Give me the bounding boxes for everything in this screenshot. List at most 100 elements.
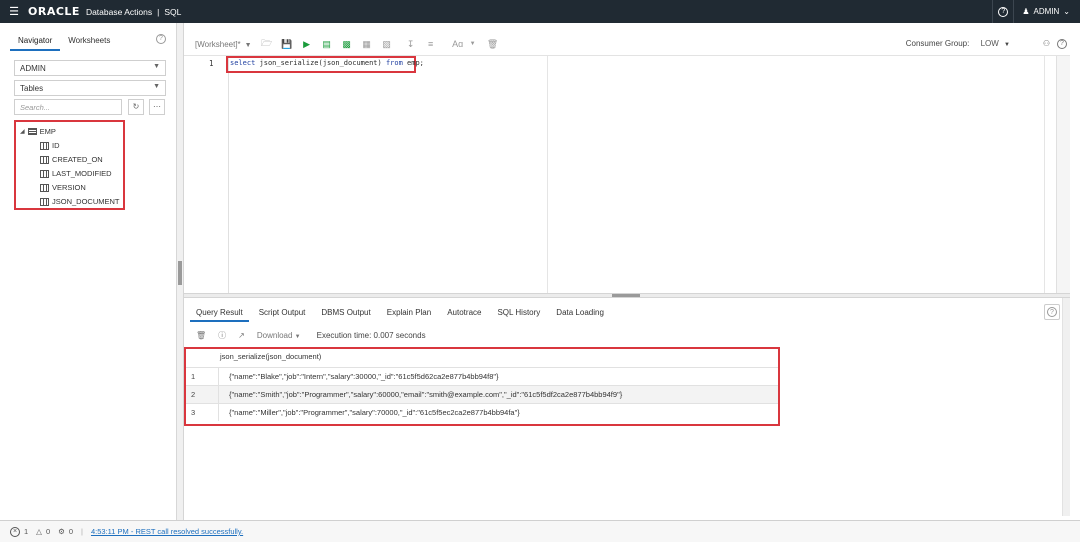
column-name: ID	[52, 141, 60, 150]
worksheet-toolbar: [Worksheet]* ▼ 🗁 💾 ▶ ▤ ▩ ▦ ▧ ↧ ≡ Aɑ ▼ 🗑 C…	[184, 34, 1070, 54]
run-script-icon[interactable]: ▤	[322, 39, 332, 49]
consumer-group-value: LOW	[980, 39, 999, 48]
error-count: 1	[24, 527, 29, 536]
download-button[interactable]: Download ▼	[257, 331, 301, 340]
tree-node-column[interactable]: LAST_MODIFIED	[40, 169, 112, 178]
search-input[interactable]: Search...	[14, 99, 122, 115]
table-cell[interactable]: {"name":"Blake","job":"Intern","salary":…	[218, 368, 778, 385]
save-icon[interactable]: 💾	[281, 39, 292, 49]
run-statement-icon[interactable]: ▶	[302, 39, 312, 49]
column-icon	[40, 141, 49, 150]
font-case-icon[interactable]: Aɑ	[450, 39, 466, 49]
user-menu[interactable]: ♟ ADMIN ⌄	[1014, 7, 1080, 16]
line-gutter: 1	[184, 56, 228, 296]
results-scrollbar[interactable]	[1062, 298, 1070, 516]
clear-results-icon[interactable]: 🗑	[196, 331, 206, 340]
column-icon	[40, 183, 49, 192]
consumer-group[interactable]: Consumer Group: LOW ▼	[906, 39, 1010, 48]
editor-help-button[interactable]: ?	[1057, 38, 1067, 49]
column-header[interactable]: json_serialize(json_document)	[220, 352, 321, 361]
status-bar: × 1 △ 0 ⚙ 0 | 4:53:11 PM - REST call res…	[0, 520, 1080, 542]
download-icon[interactable]: ↧	[406, 39, 416, 49]
column-name: CREATED_ON	[52, 155, 103, 164]
tab-dbms-output[interactable]: DBMS Output	[315, 304, 376, 322]
warning-count: 0	[45, 527, 51, 536]
gear-icon[interactable]: ⚙	[58, 527, 65, 536]
status-separator: |	[81, 527, 83, 536]
editor-results-splitter[interactable]	[184, 293, 1070, 298]
tab-worksheets[interactable]: Worksheets	[60, 33, 118, 51]
line-number: 1	[209, 59, 214, 68]
column-name: JSON_DOCUMENT	[52, 197, 120, 206]
caret-down-icon: ▼	[244, 41, 252, 49]
tree-node-column[interactable]: JSON_DOCUMENT	[40, 197, 120, 206]
info-icon[interactable]: ⓘ	[218, 330, 226, 341]
tab-data-loading[interactable]: Data Loading	[550, 304, 610, 322]
sql-expression: json_serialize(json_document)	[255, 59, 386, 67]
sql-statement[interactable]: select json_serialize(json_document) fro…	[230, 59, 424, 67]
error-icon[interactable]: ×	[10, 526, 20, 537]
tree-node-column[interactable]: ID	[40, 141, 60, 150]
tab-navigator[interactable]: Navigator	[10, 33, 61, 51]
hamburger-menu-icon[interactable]: ☰	[0, 5, 28, 18]
expand-icon[interactable]: ◢	[20, 128, 25, 135]
table-name: EMP	[39, 127, 56, 136]
explain-plan-icon[interactable]: ▩	[342, 39, 352, 49]
history-icon[interactable]: ≡	[426, 39, 436, 49]
table-row[interactable]: 2 {"name":"Smith","job":"Programmer","sa…	[186, 385, 778, 403]
schema-select[interactable]: ADMIN ▼	[14, 60, 166, 76]
panel-splitter[interactable]	[177, 23, 184, 520]
table-cell[interactable]: {"name":"Miller","job":"Programmer","sal…	[218, 404, 778, 421]
table-row[interactable]: 1 {"name":"Blake","job":"Intern","salary…	[186, 367, 778, 385]
table-cell[interactable]: {"name":"Smith","job":"Programmer","sala…	[218, 386, 778, 403]
table-icon	[27, 128, 37, 135]
caret-down-icon: ▼	[294, 333, 301, 340]
more-icon: ⋯	[153, 102, 161, 111]
format-icon[interactable]: ▧	[382, 39, 392, 49]
sql-editor[interactable]: 1 select json_serialize(json_document) f…	[184, 55, 1070, 296]
refresh-icon: ↻	[132, 102, 140, 111]
column-name: LAST_MODIFIED	[52, 169, 112, 178]
worksheet-select[interactable]: [Worksheet]* ▼	[195, 40, 252, 49]
tab-sql-history[interactable]: SQL History	[491, 304, 546, 322]
table-row[interactable]: 3 {"name":"Miller","job":"Programmer","s…	[186, 403, 778, 421]
column-icon	[40, 169, 49, 178]
more-options-button[interactable]: ⋯	[149, 99, 165, 115]
tree-node-column[interactable]: CREATED_ON	[40, 155, 103, 164]
oracle-logo: ORACLE	[28, 5, 80, 18]
section-title: SQL	[164, 6, 182, 17]
worksheet-name: [Worksheet]*	[195, 39, 241, 49]
splitter-handle[interactable]	[612, 294, 640, 297]
object-type-select[interactable]: Tables ▼	[14, 80, 166, 96]
clear-trash-icon[interactable]: 🗑	[487, 39, 498, 49]
tab-autotrace[interactable]: Autotrace	[441, 304, 487, 322]
navigator-panel: Navigator Worksheets ? ADMIN ▼ Tables ▼ …	[0, 23, 177, 520]
refresh-button[interactable]: ↻	[128, 99, 144, 115]
tab-explain-plan[interactable]: Explain Plan	[381, 304, 437, 322]
open-external-icon[interactable]: ↗	[238, 331, 245, 340]
tab-script-output[interactable]: Script Output	[253, 304, 312, 322]
warning-icon[interactable]: △	[36, 527, 42, 536]
execution-time: Execution time: 0.007 seconds	[316, 330, 426, 340]
code-area[interactable]: select json_serialize(json_document) fro…	[226, 56, 548, 294]
help-icon: ?	[998, 6, 1009, 17]
splitter-handle[interactable]	[178, 261, 182, 285]
binoculars-icon[interactable]: ⚇	[1043, 39, 1050, 48]
autotrace-icon[interactable]: ▦	[362, 39, 372, 49]
tab-query-result[interactable]: Query Result	[190, 304, 249, 322]
sql-table: emp;	[402, 59, 424, 67]
caret-down-icon[interactable]: ▼	[468, 39, 478, 49]
help-icon: ?	[1057, 38, 1067, 49]
results-toolbar: 🗑 ⓘ ↗ Download ▼ Execution time: 0.007 s…	[196, 329, 426, 341]
editor-scrollbar[interactable]	[1056, 56, 1070, 294]
open-folder-icon[interactable]: 🗁	[261, 38, 272, 49]
navigator-help-button[interactable]: ?	[156, 33, 170, 47]
status-message-link[interactable]: 4:53:11 PM - REST call resolved successf…	[91, 527, 243, 536]
results-tabs: Query Result Script Output DBMS Output E…	[190, 304, 614, 324]
results-help-button[interactable]: ?	[1044, 304, 1060, 320]
tree-node-emp[interactable]: ◢ EMP	[20, 127, 56, 136]
tree-node-column[interactable]: VERSION	[40, 183, 86, 192]
consumer-group-label: Consumer Group:	[905, 39, 970, 48]
chevron-down-icon: ⌄	[1063, 7, 1070, 16]
help-button[interactable]: ?	[992, 0, 1015, 23]
